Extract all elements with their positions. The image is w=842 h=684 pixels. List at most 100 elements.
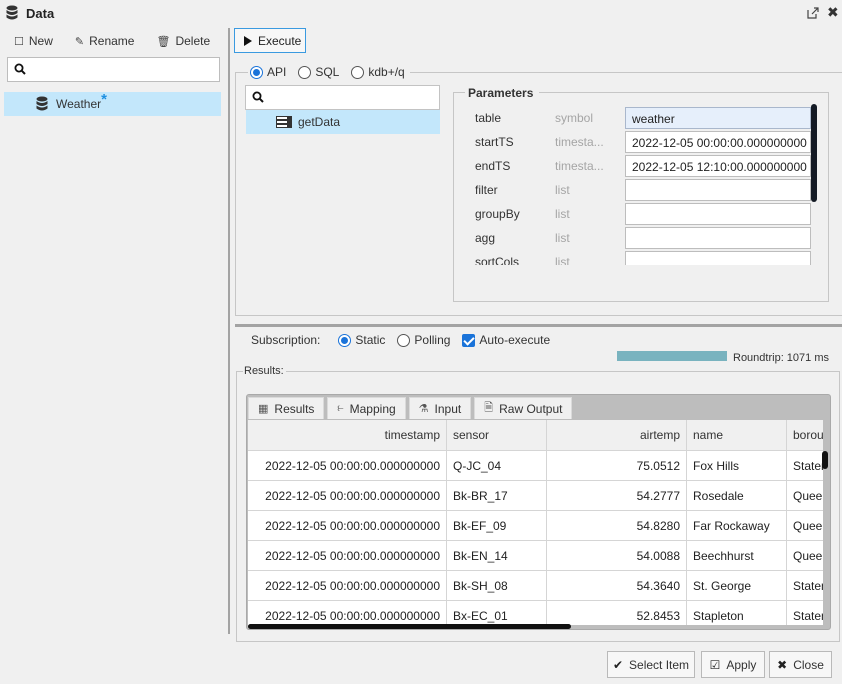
param-value-input[interactable] [625, 227, 811, 249]
auto-execute-checkbox[interactable]: Auto-execute [462, 333, 550, 347]
radio-icon [397, 333, 411, 347]
new-button[interactable]: ☐ New [14, 34, 53, 48]
param-name: agg [475, 231, 496, 245]
delete-button[interactable]: 🗑 Delete [156, 34, 210, 48]
results-legend: Results: [243, 365, 286, 377]
table-row[interactable]: 2022-12-05 00:00:00.000000000 Bk-SH_08 54.… [248, 571, 823, 601]
mode-q-radio[interactable]: kdb+/q [351, 65, 405, 79]
param-value-input[interactable] [625, 251, 811, 265]
parameters-scrollbar[interactable] [811, 104, 817, 202]
cell-timestamp: 2022-12-05 00:00:00.000000000 [248, 511, 447, 541]
tab-label: Mapping [349, 401, 396, 416]
radio-icon [338, 333, 352, 347]
cell-airtemp: 54.3640 [547, 571, 687, 601]
param-value-input[interactable] [625, 179, 811, 201]
column-header-name[interactable]: name [687, 420, 787, 451]
param-name: table [475, 111, 502, 125]
tab-raw-output[interactable]: 🗎 Raw Output [474, 397, 573, 419]
execute-button[interactable]: Execute [234, 28, 306, 53]
search-icon [14, 63, 26, 75]
select-item-button[interactable]: ✔ Select Item [607, 651, 695, 678]
vertical-splitter[interactable] [228, 28, 230, 634]
param-name: sortCols [475, 255, 520, 265]
cell-borough: Queens [787, 541, 823, 571]
cell-airtemp: 54.2777 [547, 481, 687, 511]
new-label: New [28, 34, 53, 48]
api-item-getdata[interactable]: getData [246, 110, 440, 134]
param-name: groupBy [475, 207, 520, 221]
grid-header-row: timestamp sensor airtemp name boroug [248, 420, 823, 451]
param-type: list [555, 207, 570, 221]
table-row[interactable]: 2022-12-05 00:00:00.000000000 Bk-EF_09 54.… [248, 511, 823, 541]
tab-mapping[interactable]: ⥼ Mapping [327, 397, 406, 419]
results-grid: timestamp sensor airtemp name boroug 202… [248, 420, 823, 625]
column-header-airtemp[interactable]: airtemp [547, 420, 687, 451]
flask-icon: ⚗ [418, 403, 429, 415]
cell-sensor: Bk-EN_14 [447, 541, 547, 571]
column-header-timestamp[interactable]: timestamp [248, 420, 447, 451]
table-row[interactable]: 2022-12-05 00:00:00.000000000 Bk-BR_17 54.… [248, 481, 823, 511]
close-icon[interactable]: ✖ [827, 5, 839, 19]
tab-input[interactable]: ⚗ Input [408, 397, 472, 419]
results-tabs: ▦ Results ⥼ Mapping ⚗ Input 🗎 Raw Output [248, 397, 575, 419]
mode-api-label: API [267, 65, 287, 79]
parameters-list: table symbol weather startTS timesta... … [454, 105, 819, 265]
cell-borough: Queens [787, 481, 823, 511]
table-row[interactable]: 2022-12-05 00:00:00.000000000 Q-JC_04 75.0… [248, 451, 823, 481]
new-icon: ☐ [14, 35, 24, 48]
param-type: list [555, 255, 570, 265]
progress-fill [617, 351, 727, 361]
tab-results[interactable]: ▦ Results [248, 397, 325, 419]
cell-sensor: Bk-EF_09 [447, 511, 547, 541]
column-header-sensor[interactable]: sensor [447, 420, 547, 451]
cell-timestamp: 2022-12-05 00:00:00.000000000 [248, 541, 447, 571]
tab-label: Results [274, 401, 315, 416]
api-search-input[interactable] [245, 85, 440, 110]
param-value-input[interactable]: 2022-12-05 12:10:00.000000000 [625, 155, 811, 177]
cell-name: St. George [687, 571, 787, 601]
param-value-input[interactable] [625, 203, 811, 225]
mode-sql-radio[interactable]: SQL [298, 65, 339, 79]
cell-name: Far Rockaway [687, 511, 787, 541]
cell-name: Beechhurst [687, 541, 787, 571]
static-radio[interactable]: Static [338, 333, 385, 347]
mode-api-radio[interactable]: API [250, 65, 286, 79]
mode-q-label: kdb+/q [368, 65, 405, 79]
cell-borough: Staten [787, 451, 823, 481]
popout-icon[interactable] [807, 7, 819, 19]
horizontal-splitter[interactable] [235, 324, 842, 327]
close-button[interactable]: ✖ Close [769, 651, 832, 678]
table-row[interactable]: 2022-12-05 00:00:00.000000000 Bx-EC_01 52.… [248, 601, 823, 625]
cell-sensor: Bx-EC_01 [447, 601, 547, 625]
column-header-borough[interactable]: boroug [787, 420, 823, 451]
modified-marker: * [101, 90, 107, 108]
param-type: list [555, 231, 570, 245]
cell-airtemp: 52.8453 [547, 601, 687, 625]
subscription-row: Subscription: Static Polling Auto-execut… [251, 333, 562, 347]
param-value-input[interactable]: 2022-12-05 00:00:00.000000000 [625, 131, 811, 153]
mapping-icon: ⥼ [337, 402, 344, 414]
play-icon [244, 35, 252, 46]
cell-timestamp: 2022-12-05 00:00:00.000000000 [248, 481, 447, 511]
execute-label: Execute [258, 33, 302, 48]
param-value-input[interactable]: weather [625, 107, 811, 129]
param-name: startTS [475, 135, 514, 149]
search-icon [252, 91, 264, 103]
table-row[interactable]: 2022-12-05 00:00:00.000000000 Bk-EN_14 54.… [248, 541, 823, 571]
cell-sensor: Q-JC_04 [447, 451, 547, 481]
select-item-label: Select Item [629, 657, 690, 672]
document-icon: 🗎 [484, 402, 494, 414]
parameters-title: Parameters [465, 86, 540, 100]
cell-airtemp: 75.0512 [547, 451, 687, 481]
database-icon [36, 96, 48, 111]
tree-item-weather[interactable]: Weather * [4, 90, 221, 116]
grid-horizontal-scrollbar[interactable] [248, 624, 571, 629]
rename-button[interactable]: ✎ Rename [75, 34, 135, 48]
tree-search-input[interactable] [7, 57, 220, 82]
param-row-table: table symbol weather [454, 105, 819, 129]
tab-label: Input [434, 401, 462, 416]
cell-airtemp: 54.8280 [547, 511, 687, 541]
polling-radio[interactable]: Polling [397, 333, 450, 347]
apply-button[interactable]: ☑ Apply [701, 651, 765, 678]
grid-vertical-scrollbar[interactable] [822, 451, 828, 469]
